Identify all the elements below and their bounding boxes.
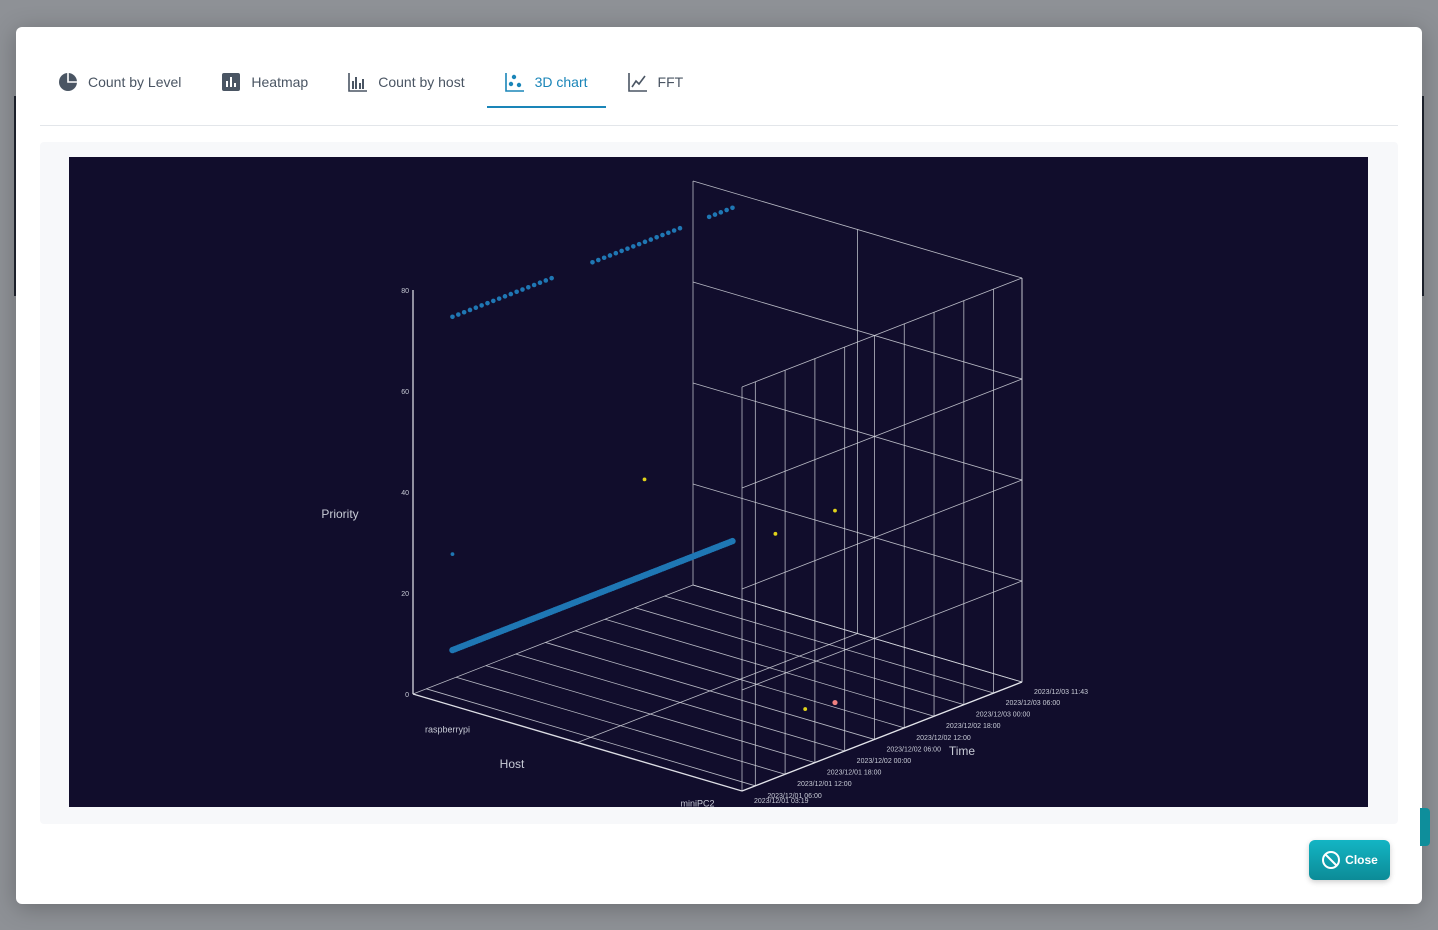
grouped-bar-icon (348, 73, 368, 92)
scatter-icon (504, 73, 524, 92)
tab-heatmap[interactable]: Heatmap (203, 57, 326, 107)
data-point (671, 228, 677, 233)
tab-fft[interactable]: FFT (610, 57, 702, 107)
data-point (648, 237, 654, 242)
data-point (590, 259, 595, 265)
priority-tick-label: 80 (401, 288, 409, 295)
tab-bar: Count by Level Heatmap Count by host 3D … (40, 57, 1398, 126)
data-point (502, 294, 508, 299)
data-point (718, 210, 724, 215)
time-tick-label: 2023/12/03 06:00 (1006, 700, 1061, 707)
data-point (491, 298, 496, 304)
data-point (526, 284, 531, 290)
data-point (833, 508, 837, 513)
data-point (832, 699, 838, 706)
time-axis-title: Time (949, 744, 976, 758)
data-point (712, 212, 718, 217)
data-point (642, 239, 648, 245)
data-point (730, 205, 735, 211)
time-tick-label: 2023/12/02 18:00 (946, 723, 1001, 730)
time-tick-label: 2023/12/01 18:00 (827, 770, 882, 777)
time-tick-label: 2023/12/02 12:00 (916, 735, 971, 742)
tab-label: Count by Level (88, 74, 182, 90)
tab-label: 3D chart (534, 74, 588, 90)
data-point (549, 275, 554, 281)
priority-axis-title: Priority (321, 507, 358, 521)
tab-count-by-level[interactable]: Count by Level (40, 57, 199, 107)
time-tick-label: 2023/12/03 11:43 (1034, 689, 1088, 696)
data-point (654, 235, 659, 240)
data-point (773, 531, 778, 536)
data-point (531, 282, 537, 288)
data-point (514, 289, 519, 295)
host-axis-title: Host (500, 757, 525, 771)
data-point (543, 278, 549, 283)
data-point (596, 257, 601, 263)
time-tick-label: 2023/12/01 12:00 (797, 781, 852, 788)
data-point (450, 314, 455, 320)
data-point (724, 207, 729, 213)
data-point (601, 255, 607, 261)
data-point (520, 287, 525, 292)
data-point (619, 248, 624, 254)
data-point (450, 552, 455, 557)
tab-3d-chart[interactable]: 3D chart (486, 57, 606, 108)
host-tick-label: miniPC2 (681, 798, 715, 807)
data-point (473, 305, 479, 311)
line-chart-icon (627, 73, 647, 92)
tab-label: Heatmap (251, 74, 309, 90)
grid-line (577, 633, 858, 743)
plot-area[interactable]: 0 20 40 60 80 2023/12/01 03:19 2023/12/01 06:0… (69, 157, 1368, 807)
pie-chart-icon (59, 73, 77, 91)
data-point (706, 214, 712, 220)
priority-tick-label: 40 (401, 490, 409, 497)
data-point (613, 250, 619, 256)
data-point (485, 300, 490, 306)
data-point (456, 312, 461, 317)
chart-modal: Count by Level Heatmap Count by host 3D … (16, 27, 1422, 904)
data-point (467, 307, 473, 313)
time-tick-label: 2023/12/02 00:00 (857, 758, 912, 765)
tab-label: Count by host (378, 74, 465, 90)
data-point (729, 537, 736, 545)
time-tick-label: 2023/12/01 06:00 (767, 793, 822, 800)
backdrop-right-strip (1422, 96, 1424, 296)
chart-panel: 0 20 40 60 80 2023/12/01 03:19 2023/12/01 06:0… (40, 142, 1398, 824)
data-point (508, 291, 514, 297)
grid-line (741, 479, 1023, 590)
data-point (803, 707, 808, 711)
grid-line (741, 580, 1023, 691)
grid-line (741, 378, 1023, 489)
data-point (537, 280, 543, 286)
priority-tick-label: 0 (405, 692, 409, 699)
tab-label: FFT (657, 74, 684, 90)
data-point (642, 477, 647, 482)
ban-icon (1322, 851, 1341, 869)
host-axis-line (412, 693, 743, 792)
time-tick-label: 2023/12/02 06:00 (886, 746, 941, 753)
time-axis-line (741, 681, 1023, 792)
priority-tick-label: 20 (401, 591, 409, 598)
data-point (479, 303, 484, 308)
close-button[interactable]: Close (1309, 840, 1390, 880)
grid-line (412, 584, 694, 695)
data-point (496, 296, 502, 301)
time-tick-label: 2023/12/03 00:00 (976, 712, 1031, 719)
data-point (677, 225, 683, 231)
host-tick-label: raspberrypi (425, 725, 470, 735)
data-point (607, 253, 613, 258)
data-point (631, 244, 636, 249)
bar-chart-icon (222, 73, 241, 91)
background-button-edge (1420, 808, 1430, 846)
data-point (666, 230, 671, 236)
close-label: Close (1345, 853, 1378, 867)
priority-tick-label: 60 (401, 389, 409, 396)
data-point (625, 246, 630, 251)
grid-line (741, 277, 1023, 388)
data-point (660, 232, 665, 238)
data-point (636, 241, 642, 247)
data-point (461, 309, 467, 315)
scatter-3d-plot[interactable]: 0204060802023/12/01 03:192023/12/01 06:0… (69, 157, 1368, 807)
tab-count-by-host[interactable]: Count by host (330, 57, 482, 107)
